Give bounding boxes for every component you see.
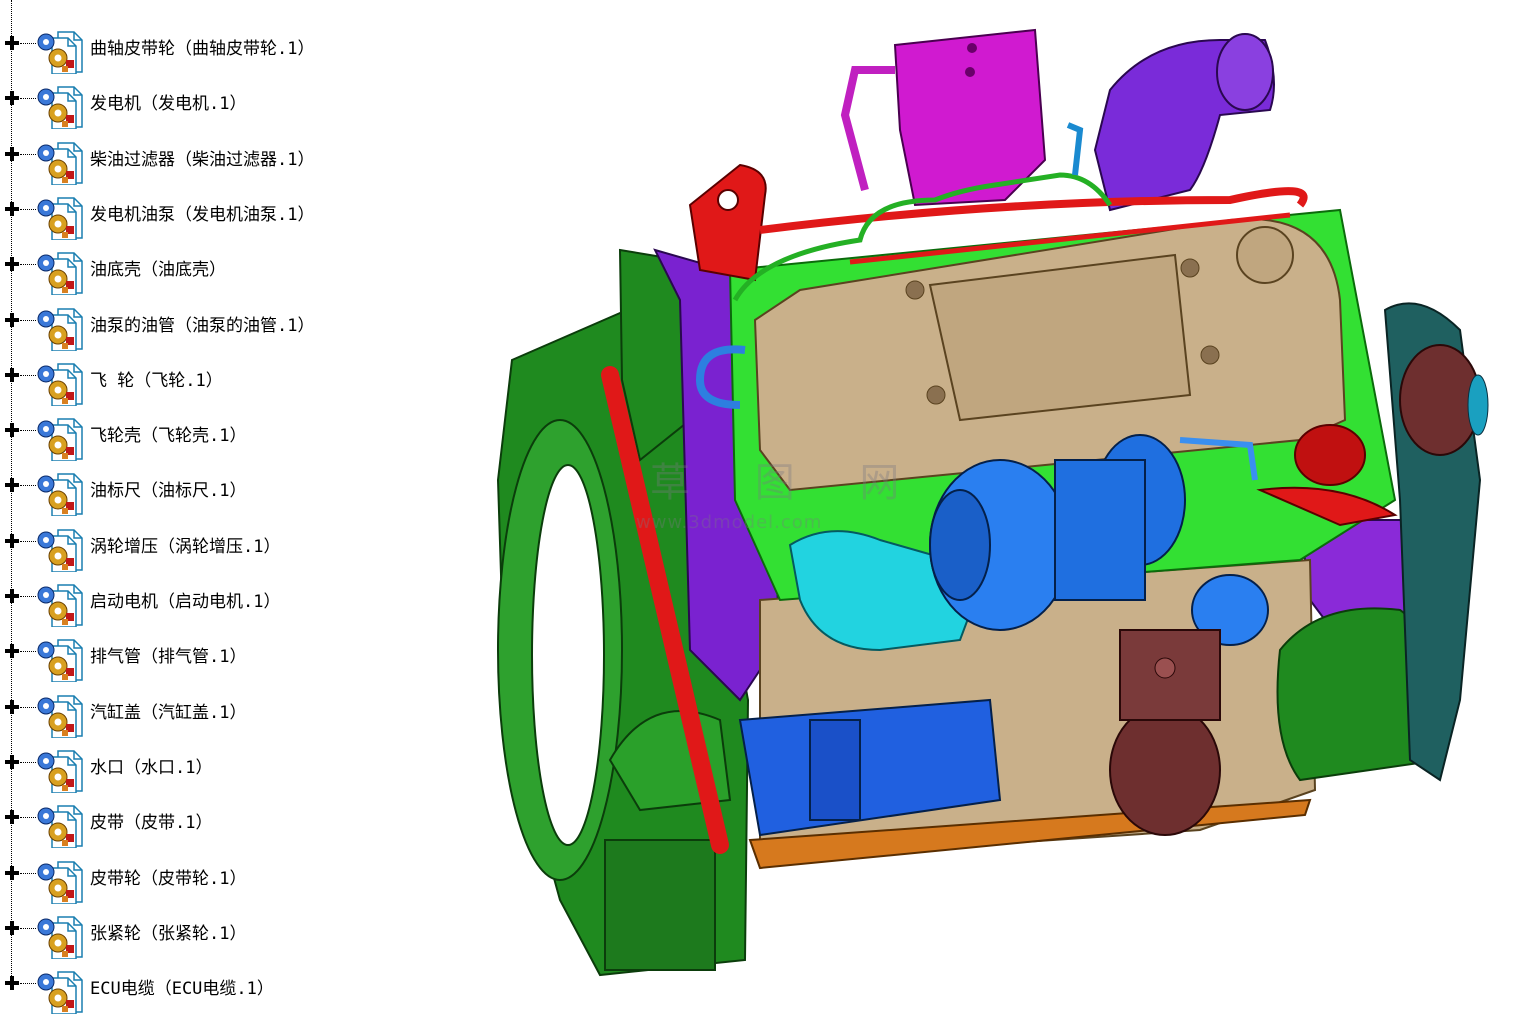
tree-node[interactable]: 曲轴皮带轮（曲轴皮带轮.1） [0, 22, 460, 74]
tree-node[interactable]: 张紧轮（张紧轮.1） [0, 907, 460, 959]
tree-node-label[interactable]: 启动电机（启动电机.1） [90, 587, 280, 612]
tree-node-label[interactable]: 水口（水口.1） [90, 753, 212, 778]
product-part-icon[interactable] [36, 692, 84, 738]
expand-plus-icon[interactable] [4, 35, 20, 51]
product-part-icon[interactable] [36, 83, 84, 130]
expand-plus-icon[interactable] [4, 865, 20, 881]
expand-plus-icon[interactable] [4, 256, 20, 272]
product-part-icon[interactable] [36, 305, 84, 351]
expand-plus-icon[interactable] [4, 477, 20, 493]
tree-branch-line [20, 927, 36, 929]
tree-branch-line [20, 651, 36, 653]
lifting-bracket-part[interactable] [688, 163, 767, 282]
tree-branch-line [20, 98, 36, 100]
product-part-icon[interactable] [36, 28, 84, 74]
tree-node[interactable]: 飞 轮（飞轮.1） [0, 354, 460, 406]
intake-elbow-part[interactable] [1093, 33, 1275, 212]
tree-node[interactable]: 油底壳（油底壳） [0, 243, 460, 296]
tree-node-label[interactable]: 油标尺（油标尺.1） [90, 476, 246, 501]
tree-node-label[interactable]: 汽缸盖（汽缸盖.1） [90, 698, 246, 723]
tree-branch-line [20, 983, 36, 985]
tree-branch-line [20, 264, 36, 266]
product-part-icon[interactable] [36, 360, 84, 406]
tree-node[interactable]: 柴油过滤器（柴油过滤器.1） [0, 133, 460, 185]
tree-node[interactable]: 排气管（排气管.1） [0, 630, 460, 683]
tree-branch-line [20, 872, 36, 874]
tree-node[interactable]: 皮带轮（皮带轮.1） [0, 852, 460, 904]
tree-branch-line [20, 596, 36, 597]
product-part-icon[interactable] [36, 526, 84, 572]
expand-plus-icon[interactable] [4, 367, 20, 383]
expand-plus-icon[interactable] [4, 146, 20, 162]
product-part-icon[interactable] [36, 470, 84, 517]
tree-branch-line [20, 430, 36, 432]
diesel-filter-part[interactable] [840, 28, 1047, 207]
expand-plus-icon[interactable] [4, 643, 20, 659]
tree-node[interactable]: 发电机油泵（发电机油泵.1） [0, 188, 460, 240]
tree-node[interactable]: ECU电缆（ECU电缆.1） [0, 962, 460, 1014]
tree-node-label[interactable]: 皮带轮（皮带轮.1） [90, 864, 246, 889]
product-part-icon[interactable] [36, 249, 84, 296]
watermark: 草 图 网 [650, 460, 926, 506]
product-part-icon[interactable] [36, 415, 84, 462]
tree-node-label[interactable]: 油泵的油管（油泵的油管.1） [90, 311, 314, 336]
tree-node-label[interactable]: 曲轴皮带轮（曲轴皮带轮.1） [90, 34, 314, 59]
tree-branch-line [20, 153, 36, 155]
tree-node[interactable]: 涡轮增压（涡轮增压.1） [0, 520, 460, 572]
tree-node-label[interactable]: 排气管（排气管.1） [90, 642, 246, 667]
tree-node-label[interactable]: ECU电缆（ECU电缆.1） [90, 974, 274, 999]
dipstick-part[interactable] [1066, 122, 1084, 176]
tree-branch-line [20, 540, 36, 542]
product-part-icon[interactable] [36, 968, 84, 1014]
expand-plus-icon[interactable] [4, 809, 20, 825]
expand-plus-icon[interactable] [4, 754, 20, 770]
specification-tree: 曲轴皮带轮（曲轴皮带轮.1） 发电机（发电机.1） 柴油过滤器（柴油过滤器.1）… [0, 0, 470, 1014]
tree-node[interactable]: 油标尺（油标尺.1） [0, 464, 460, 517]
product-part-icon[interactable] [36, 802, 84, 849]
product-part-icon[interactable] [36, 139, 84, 185]
tree-branch-line [20, 319, 36, 321]
tree-node-label[interactable]: 飞轮壳（飞轮壳.1） [90, 421, 246, 446]
tree-node-label[interactable]: 发电机（发电机.1） [90, 89, 246, 114]
expand-plus-icon[interactable] [4, 975, 20, 991]
watermark-url: www.3dmodel.com [636, 512, 823, 533]
tree-node[interactable]: 启动电机（启动电机.1） [0, 575, 460, 627]
tree-branch-line [20, 761, 36, 763]
product-part-icon[interactable] [36, 636, 84, 683]
expand-plus-icon[interactable] [4, 699, 20, 715]
tree-node-label[interactable]: 油底壳（油底壳） [90, 255, 226, 280]
3d-viewport[interactable] [480, 0, 1518, 986]
expand-plus-icon[interactable] [4, 90, 20, 106]
tree-branch-line [20, 208, 36, 210]
product-part-icon[interactable] [36, 747, 84, 793]
expand-plus-icon[interactable] [4, 312, 20, 328]
expand-plus-icon[interactable] [4, 533, 20, 549]
product-part-icon[interactable] [36, 858, 84, 904]
product-part-icon[interactable] [36, 581, 84, 627]
expand-plus-icon[interactable] [4, 422, 20, 438]
tree-node-label[interactable]: 皮带（皮带.1） [90, 808, 212, 833]
expand-plus-icon[interactable] [4, 588, 20, 604]
expand-plus-icon[interactable] [4, 920, 20, 936]
oil-filter-part[interactable] [1109, 629, 1221, 836]
tree-node-label[interactable]: 柴油过滤器（柴油过滤器.1） [90, 145, 314, 170]
tree-node[interactable]: 汽缸盖（汽缸盖.1） [0, 686, 460, 738]
tree-node-label[interactable]: 涡轮增压（涡轮增压.1） [90, 532, 280, 557]
tree-node-label[interactable]: 张紧轮（张紧轮.1） [90, 919, 246, 944]
tree-node[interactable]: 发电机（发电机.1） [0, 77, 460, 130]
tree-branch-line [20, 817, 36, 819]
tree-branch-line [20, 485, 36, 487]
tree-node-label[interactable]: 发电机油泵（发电机油泵.1） [90, 200, 314, 225]
tree-node[interactable]: 水口（水口.1） [0, 741, 460, 793]
tree-node[interactable]: 皮带（皮带.1） [0, 796, 460, 849]
tree-node[interactable]: 油泵的油管（油泵的油管.1） [0, 299, 460, 351]
expand-plus-icon[interactable] [4, 201, 20, 217]
product-part-icon[interactable] [36, 913, 84, 959]
tree-branch-line [20, 706, 36, 708]
tree-branch-line [20, 374, 36, 376]
product-part-icon[interactable] [36, 194, 84, 240]
tree-node-label[interactable]: 飞 轮（飞轮.1） [90, 366, 223, 391]
tree-branch-line [20, 43, 36, 44]
tree-node[interactable]: 飞轮壳（飞轮壳.1） [0, 409, 460, 462]
